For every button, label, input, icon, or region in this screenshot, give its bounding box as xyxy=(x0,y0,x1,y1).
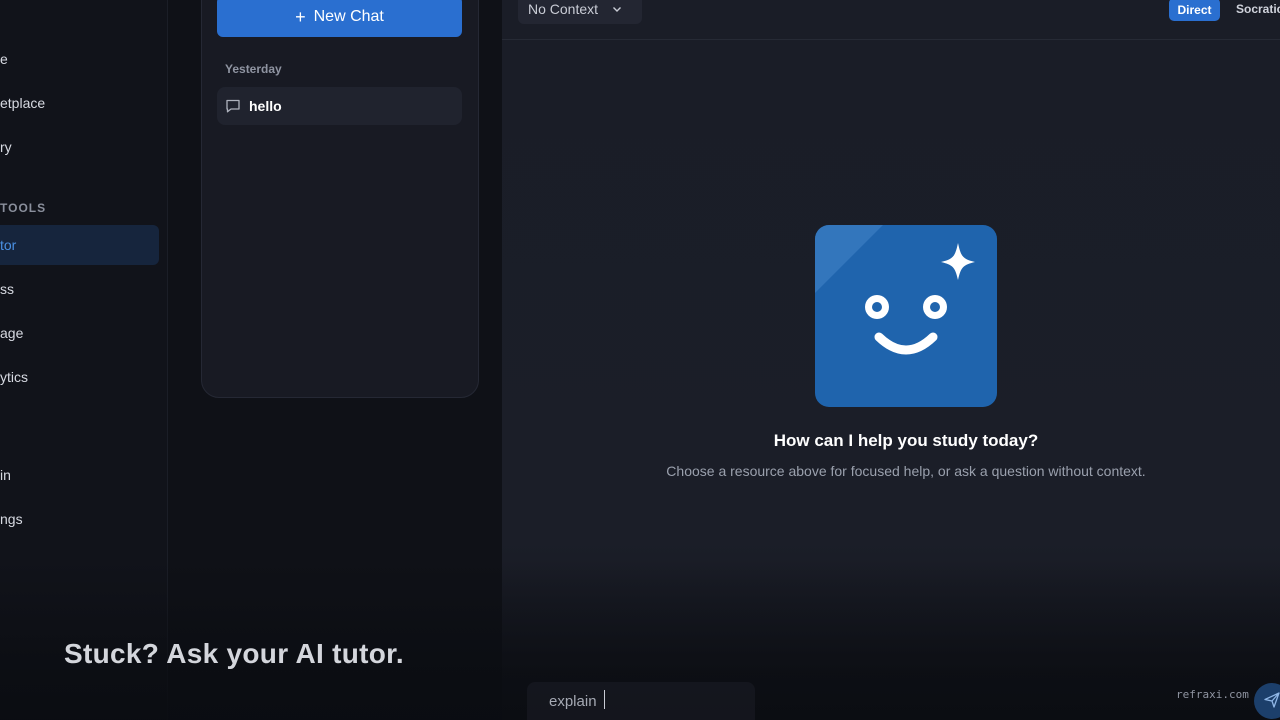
nav-sidebar: e etplace ry TOOLS tor ss age ytics in n… xyxy=(0,0,168,720)
mode-direct-button[interactable]: Direct xyxy=(1169,0,1220,21)
welcome-subtitle: Choose a resource above for focused help… xyxy=(666,463,1146,479)
nav-item-ai-tutor[interactable]: tor xyxy=(0,225,159,265)
nav-item-home[interactable]: e xyxy=(0,39,159,79)
chat-message-input[interactable] xyxy=(527,682,755,720)
chat-title: hello xyxy=(249,98,282,114)
welcome-title: How can I help you study today? xyxy=(773,431,1039,450)
nav-item-quiz[interactable]: ss xyxy=(0,269,159,309)
nav-item-label: tor xyxy=(0,237,17,253)
plus-icon: + xyxy=(295,6,306,27)
nav-item-analytics[interactable]: ytics xyxy=(0,357,159,397)
context-select[interactable]: No Context xyxy=(518,0,642,24)
nav-item-label: age xyxy=(0,325,24,341)
nav-item-page[interactable]: age xyxy=(0,313,159,353)
app-root: e etplace ry TOOLS tor ss age ytics in n… xyxy=(0,0,1280,720)
message-icon xyxy=(225,98,241,114)
watermark: refraxi.com xyxy=(1176,688,1249,701)
nav-item-label: etplace xyxy=(0,95,46,111)
nav-item-label: ytics xyxy=(0,369,28,385)
text-cursor xyxy=(604,690,605,709)
nav-item-label: ss xyxy=(0,281,14,297)
chat-group-label: Yesterday xyxy=(225,62,282,76)
nav-item-label: ry xyxy=(0,139,12,155)
chevron-down-icon xyxy=(612,1,622,17)
nav-item-admin[interactable]: in xyxy=(0,455,159,495)
send-icon xyxy=(1264,691,1280,711)
nav-item-library[interactable]: ry xyxy=(0,127,159,167)
new-chat-label: New Chat xyxy=(313,7,384,25)
tutor-mascot-icon xyxy=(815,225,997,407)
nav-section-tools: TOOLS xyxy=(0,201,47,215)
nav-item-label: ngs xyxy=(0,511,23,527)
context-select-value: No Context xyxy=(528,1,599,17)
nav-item-settings[interactable]: ngs xyxy=(0,499,159,539)
mode-socratic-button[interactable]: Socratic xyxy=(1236,2,1280,16)
new-chat-button[interactable]: + New Chat xyxy=(217,0,462,37)
chat-list-item[interactable]: hello xyxy=(217,87,462,125)
nav-item-label: in xyxy=(0,467,11,483)
chat-history-panel xyxy=(201,0,479,398)
promo-caption: Stuck? Ask your AI tutor. xyxy=(64,638,404,669)
nav-item-label: e xyxy=(0,51,8,67)
nav-item-marketplace[interactable]: etplace xyxy=(0,83,159,123)
